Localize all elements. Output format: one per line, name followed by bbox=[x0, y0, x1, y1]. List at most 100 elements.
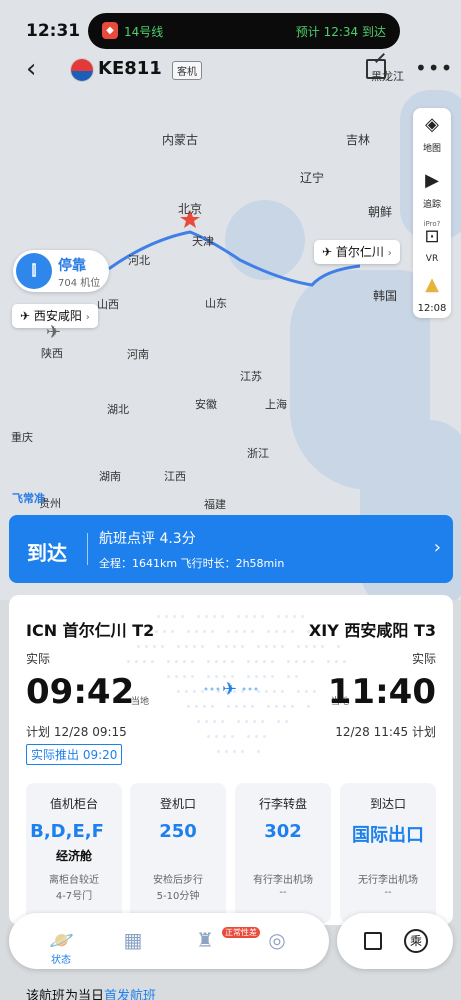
map-dot bbox=[143, 660, 146, 663]
map-dot bbox=[243, 705, 246, 708]
map-dot bbox=[177, 645, 180, 648]
stand-title: 停靠 bbox=[58, 258, 86, 274]
map-dot bbox=[185, 645, 188, 648]
track-label: 追踪 bbox=[422, 200, 441, 210]
map-dot bbox=[221, 720, 224, 723]
map-dot bbox=[263, 675, 266, 678]
map-dot bbox=[197, 615, 200, 618]
flight-detail-card: ICN 首尔仁川 T2 XIY 西安咸阳 T3 实际 实际 09:42 当地 当… bbox=[9, 595, 453, 925]
layers-tool[interactable]: ◈ 地图 bbox=[413, 114, 451, 155]
map-tools: ◈ 地图 ▶ 追踪 iPro? ⊡ VR ▲ 12:08 bbox=[413, 108, 451, 318]
map-dot bbox=[305, 690, 308, 693]
checkin-counter-box[interactable]: 值机柜台 B,D,E,F 经济舱 离柜台较近 4-7号门 bbox=[26, 783, 122, 923]
stand-bubble[interactable]: ⫿ 停靠 704 机位 bbox=[13, 250, 109, 292]
footer-note: 该航班为当日首发航班 bbox=[26, 985, 156, 1000]
gate-box[interactable]: 登机口 250 安检后步行 5-10分钟 bbox=[130, 783, 226, 923]
map-dot bbox=[191, 675, 194, 678]
map-dot bbox=[175, 660, 178, 663]
ride-icon[interactable]: 乘 bbox=[404, 929, 428, 953]
map-dot bbox=[287, 675, 290, 678]
map-dot bbox=[193, 690, 196, 693]
map-dot bbox=[253, 615, 256, 618]
map-dot bbox=[167, 660, 170, 663]
map-dot bbox=[247, 675, 250, 678]
map-label: 山东 bbox=[205, 297, 227, 310]
map-label: 重庆 bbox=[11, 431, 33, 444]
tab-punctuality[interactable]: ♜ bbox=[170, 913, 240, 969]
map-dot bbox=[187, 630, 190, 633]
map-dot bbox=[235, 630, 238, 633]
map-dot bbox=[295, 660, 298, 663]
map-dot bbox=[193, 645, 196, 648]
tab-status[interactable]: 🪐 状态 bbox=[26, 913, 96, 969]
map-dot bbox=[261, 615, 264, 618]
map-label: 江苏 bbox=[240, 370, 262, 383]
flight-status: 到达 bbox=[27, 541, 67, 565]
info-value: 250 bbox=[159, 821, 197, 842]
info-note: -- bbox=[384, 887, 392, 898]
map-dot bbox=[185, 690, 188, 693]
map-label: 韩国 bbox=[373, 289, 398, 303]
share-icon[interactable] bbox=[366, 59, 386, 79]
departure-airport[interactable]: ICN 首尔仁川 T2 bbox=[26, 617, 154, 641]
dynamic-island[interactable]: ◆ 14号线 预计 12:34 到达 bbox=[88, 13, 400, 49]
info-note: 4-7号门 bbox=[55, 891, 93, 902]
share-icon[interactable] bbox=[364, 932, 382, 950]
map-pin-icon: ◆ bbox=[102, 22, 118, 39]
map-dot bbox=[211, 705, 214, 708]
info-note: 5-10分钟 bbox=[156, 891, 200, 902]
back-icon[interactable]: ‹ bbox=[26, 54, 36, 84]
info-note: 离柜台较近 bbox=[49, 875, 99, 886]
map-dot bbox=[281, 645, 284, 648]
footer-text: 该航班为当日 bbox=[26, 989, 105, 1000]
arrival-airport[interactable]: XIY 西安咸阳 T3 bbox=[309, 617, 436, 641]
more-icon[interactable]: ••• bbox=[415, 56, 453, 80]
map-dot bbox=[257, 645, 260, 648]
map-dot bbox=[265, 645, 268, 648]
map-dot bbox=[211, 630, 214, 633]
tab-trend[interactable]: ◎ bbox=[242, 913, 312, 969]
map-dot bbox=[245, 615, 248, 618]
map-label: 湖北 bbox=[107, 403, 129, 416]
map-dot bbox=[261, 720, 264, 723]
chevron-right-icon: › bbox=[387, 248, 392, 259]
map-dot bbox=[223, 735, 226, 738]
first-flight-link[interactable]: 首发航班 bbox=[104, 989, 156, 1000]
incheon-airport-tag[interactable]: ✈ 首尔仁川 › bbox=[314, 240, 400, 264]
island-eta: 预计 12:34 到达 bbox=[295, 25, 386, 39]
weather-time: 12:08 bbox=[417, 303, 447, 314]
map-dot bbox=[247, 660, 250, 663]
xian-tag-label: 西安咸阳 bbox=[33, 309, 82, 323]
chevron-right-icon[interactable]: › bbox=[155, 62, 159, 75]
map-dot bbox=[307, 705, 310, 708]
weather-tool[interactable]: ▲ 12:08 bbox=[413, 274, 451, 315]
aircraft-type-badge: 客机 bbox=[172, 61, 202, 80]
arrival-exit-box[interactable]: 到达口 国际出口 无行李出机场 -- bbox=[340, 783, 436, 923]
map-dot bbox=[137, 645, 140, 648]
info-value: 国际出口 bbox=[352, 825, 424, 846]
map-dot bbox=[253, 720, 256, 723]
tab-calendar[interactable]: ▦ bbox=[98, 913, 168, 969]
map-dot bbox=[203, 705, 206, 708]
map-dot bbox=[231, 675, 234, 678]
map-dot bbox=[291, 630, 294, 633]
status-banner[interactable]: 到达 航班点评 4.3分 全程：1641km 飞行时长：2h58min › bbox=[9, 515, 453, 583]
departure-actual-label: 实际 bbox=[26, 652, 51, 666]
flight-number[interactable]: KE811 bbox=[98, 58, 162, 79]
track-tool[interactable]: ▶ 追踪 bbox=[413, 170, 451, 211]
info-value: 302 bbox=[264, 821, 302, 842]
baggage-carousel-box[interactable]: 行李转盘 302 有行李出机场 -- bbox=[235, 783, 331, 923]
map-dot bbox=[215, 660, 218, 663]
map-dot bbox=[263, 735, 266, 738]
info-note: 有行李出机场 bbox=[253, 875, 313, 886]
map-dot bbox=[283, 630, 286, 633]
incheon-tag-label: 首尔仁川 bbox=[335, 245, 384, 259]
map-label: 朝鲜 bbox=[368, 205, 393, 219]
map-dot bbox=[205, 720, 208, 723]
flight-map[interactable]: 内蒙古 吉林 黑龙江 辽宁 北京 天津 河北 山西 山东 朝鲜 韩国 陕西 河南… bbox=[0, 0, 461, 600]
feichang-watermark: 飞常准 bbox=[12, 492, 45, 505]
map-label: 江西 bbox=[164, 470, 186, 483]
map-dot bbox=[227, 630, 230, 633]
map-dot bbox=[335, 660, 338, 663]
vr-tool[interactable]: iPro? ⊡ VR bbox=[413, 220, 451, 265]
